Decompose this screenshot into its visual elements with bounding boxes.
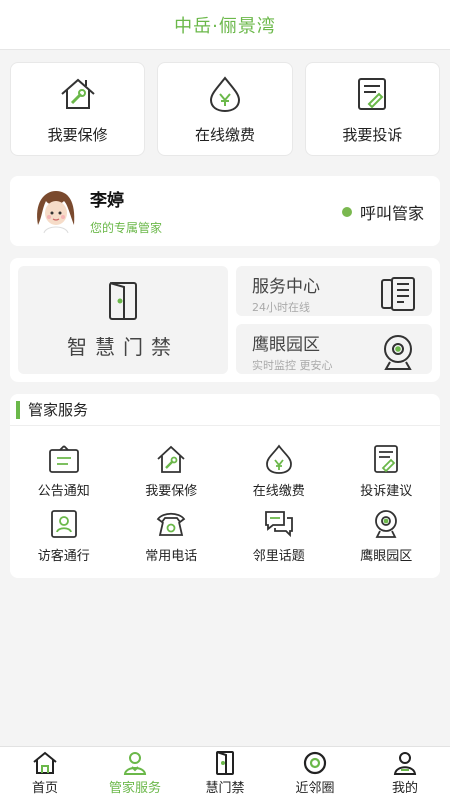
access-section: 智慧门禁 服务中心 24小时在线 鹰眼园区 实时监控 更安心 bbox=[10, 258, 440, 382]
butler-services-section: 管家服务 公告通知 我要保修 在线缴费 投诉建议 访客通行 常用电话 邻里话题 … bbox=[10, 394, 440, 578]
page-title: 中岳·俪景湾 bbox=[174, 15, 276, 37]
phone-book-icon bbox=[381, 277, 415, 311]
yuan-drop-icon bbox=[209, 75, 240, 112]
service-repair[interactable]: 我要保修 bbox=[118, 444, 226, 499]
butler-subtitle: 您的专属管家 bbox=[90, 221, 163, 235]
call-butler-label: 呼叫管家 bbox=[359, 204, 424, 223]
butler-name: 李婷 bbox=[90, 191, 124, 211]
service-label: 投诉建议 bbox=[360, 484, 413, 499]
service-label: 在线缴费 bbox=[252, 484, 305, 499]
service-complaint[interactable]: 投诉建议 bbox=[333, 444, 441, 499]
section-accent-bar bbox=[16, 400, 20, 419]
notepad-pen-icon bbox=[374, 445, 399, 473]
status-dot-icon bbox=[341, 207, 352, 217]
quick-payment-button[interactable]: 在线缴费 bbox=[157, 62, 293, 156]
tab-smart-door[interactable]: 慧门禁 bbox=[180, 747, 270, 800]
service-visitor[interactable]: 访客通行 bbox=[10, 509, 118, 564]
tab-label: 首页 bbox=[31, 781, 58, 796]
avatar bbox=[31, 186, 81, 236]
butler-icon bbox=[123, 752, 147, 775]
butler-card: 李婷 您的专属管家 呼叫管家 bbox=[10, 176, 440, 246]
service-label: 我要保修 bbox=[145, 484, 198, 499]
tab-label: 慧门禁 bbox=[205, 781, 245, 796]
smart-door-label: 智慧门禁 bbox=[67, 334, 179, 359]
service-label: 常用电话 bbox=[145, 549, 198, 564]
quick-actions: 我要保修 在线缴费 我要投诉 bbox=[0, 50, 450, 156]
service-label: 鹰眼园区 bbox=[360, 549, 413, 564]
door-icon bbox=[109, 281, 137, 320]
quick-complaint-label: 我要投诉 bbox=[342, 125, 403, 144]
tab-mine[interactable]: 我的 bbox=[360, 747, 450, 800]
chat-bubbles-icon bbox=[264, 511, 293, 538]
door-icon bbox=[216, 751, 234, 775]
tab-butler-service[interactable]: 管家服务 bbox=[90, 747, 180, 800]
tab-home[interactable]: 首页 bbox=[0, 747, 90, 800]
service-phone[interactable]: 常用电话 bbox=[118, 509, 226, 564]
service-label: 公告通知 bbox=[37, 484, 90, 499]
webcam-icon bbox=[375, 510, 398, 538]
quick-complaint-button[interactable]: 我要投诉 bbox=[304, 62, 440, 156]
service-notice[interactable]: 公告通知 bbox=[10, 444, 118, 499]
quick-repair-button[interactable]: 我要保修 bbox=[10, 62, 146, 156]
notepad-pen-icon bbox=[358, 77, 387, 110]
user-icon bbox=[393, 752, 417, 775]
tab-label: 近邻圈 bbox=[295, 781, 335, 796]
house-wrench-icon bbox=[60, 78, 95, 109]
yuan-drop-icon bbox=[265, 444, 292, 474]
tab-label: 管家服务 bbox=[108, 781, 161, 796]
smart-door-button[interactable]: 智慧门禁 bbox=[18, 266, 228, 374]
eagle-eye-button[interactable]: 鹰眼园区 实时监控 更安心 bbox=[236, 324, 432, 374]
service-center-button[interactable]: 服务中心 24小时在线 bbox=[236, 266, 432, 316]
service-label: 访客通行 bbox=[37, 549, 90, 564]
house-wrench-icon bbox=[157, 445, 185, 473]
service-neighbor-topic[interactable]: 邻里话题 bbox=[225, 509, 333, 564]
webcam-icon bbox=[384, 335, 412, 370]
tab-neighborhood[interactable]: 近邻圈 bbox=[270, 747, 360, 800]
service-eagle-eye[interactable]: 鹰眼园区 bbox=[333, 509, 441, 564]
notice-board-icon bbox=[48, 445, 79, 473]
call-butler-button[interactable]: 呼叫管家 bbox=[341, 200, 424, 224]
tab-label: 我的 bbox=[391, 781, 418, 796]
service-payment[interactable]: 在线缴费 bbox=[225, 444, 333, 499]
circle-icon bbox=[303, 751, 327, 775]
quick-payment-label: 在线缴费 bbox=[194, 125, 255, 144]
services-title: 管家服务 bbox=[28, 401, 89, 419]
visitor-card-icon bbox=[50, 510, 77, 538]
telephone-icon bbox=[157, 512, 186, 536]
service-label: 邻里话题 bbox=[252, 549, 305, 564]
home-icon bbox=[33, 751, 57, 774]
app-header: 中岳·俪景湾 bbox=[0, 0, 450, 50]
quick-repair-label: 我要保修 bbox=[47, 125, 108, 144]
bottom-tabbar: 首页 管家服务 慧门禁 近邻圈 我的 bbox=[0, 746, 450, 800]
